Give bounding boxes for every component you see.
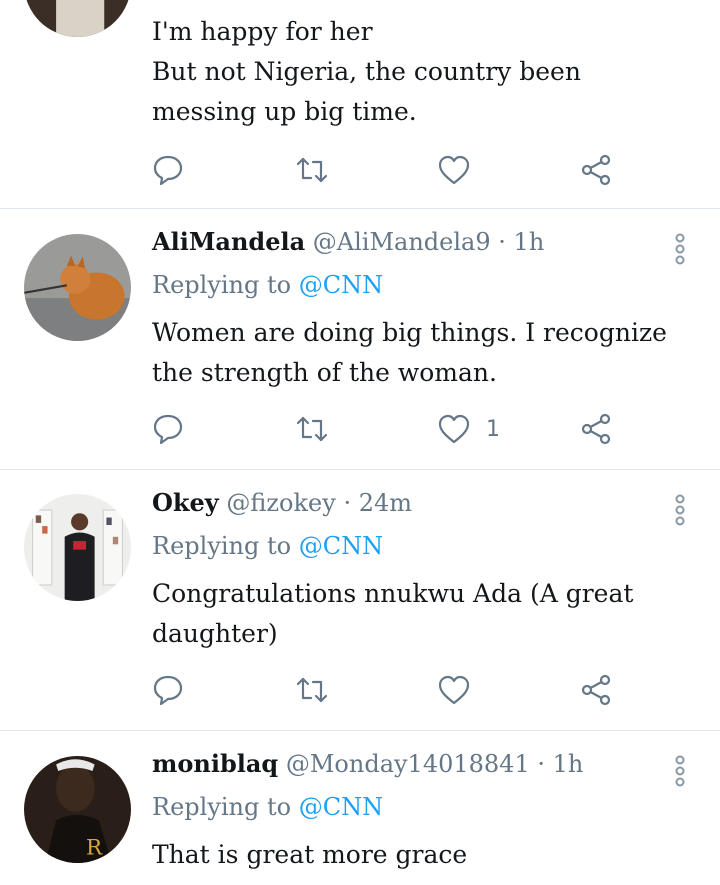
replying-to: Replying to @CNN <box>152 532 383 560</box>
like-button[interactable] <box>436 670 472 710</box>
timestamp[interactable]: 24m <box>359 489 412 517</box>
reply-icon <box>153 155 183 186</box>
retweet-icon <box>296 416 328 442</box>
user-handle[interactable]: @fizokey <box>226 489 335 517</box>
retweet-button[interactable] <box>294 670 330 710</box>
tweet-text-line: But not Nigeria, the country been messin… <box>152 57 581 126</box>
timestamp[interactable]: 1h <box>514 228 545 256</box>
more-options-button[interactable] <box>668 492 692 528</box>
avatar-image <box>24 494 131 601</box>
avatar-image <box>24 0 131 37</box>
display-name[interactable]: moniblaq <box>152 749 278 778</box>
replying-to: Replying to @CNN <box>152 271 383 299</box>
more-options-icon <box>675 233 685 265</box>
reply-button[interactable] <box>150 670 186 710</box>
heart-icon <box>438 414 470 444</box>
mention-link[interactable]: @CNN <box>299 271 383 299</box>
reply-icon <box>153 414 183 445</box>
more-options-icon <box>675 755 685 787</box>
share-button[interactable] <box>578 150 614 190</box>
tweet-text: Women are doing big things. I recognize … <box>152 318 667 387</box>
like-count: 1 <box>486 416 500 442</box>
svg-text:R: R <box>86 835 103 860</box>
tweet[interactable]: R moniblaq @Monday14018841 · 1h Replying… <box>0 731 720 885</box>
share-button[interactable] <box>578 670 614 710</box>
share-button[interactable] <box>578 409 614 449</box>
tweet[interactable]: Okey @fizokey · 24m Replying to @CNN Con… <box>0 470 720 731</box>
tweet-actions: 1 <box>150 409 630 449</box>
replying-to-label: Replying to <box>152 532 292 560</box>
avatar-image <box>24 234 131 341</box>
retweet-button[interactable] <box>294 150 330 190</box>
tweet-header: AliMandela @AliMandela9 · 1h <box>152 227 544 256</box>
reply-icon <box>153 675 183 706</box>
avatar[interactable] <box>24 234 131 341</box>
replying-to-label: Replying to <box>152 793 292 821</box>
more-options-icon <box>675 494 685 526</box>
share-icon <box>581 154 611 186</box>
avatar[interactable] <box>24 494 131 601</box>
timestamp[interactable]: 1h <box>553 750 584 778</box>
avatar[interactable] <box>24 0 131 37</box>
tweet-text-line: I'm happy for her <box>152 17 373 46</box>
like-button[interactable]: 1 <box>436 409 500 449</box>
heart-icon <box>438 675 470 705</box>
reply-button[interactable] <box>150 150 186 190</box>
replying-to-label: Replying to <box>152 271 292 299</box>
heart-icon <box>438 155 470 185</box>
share-icon <box>581 674 611 706</box>
separator-dot: · <box>498 228 506 256</box>
share-icon <box>581 413 611 445</box>
retweet-button[interactable] <box>294 409 330 449</box>
avatar-image: R <box>24 756 131 863</box>
tweet-actions <box>150 150 630 190</box>
user-handle[interactable]: @Monday14018841 <box>286 750 530 778</box>
replying-to: Replying to @CNN <box>152 793 383 821</box>
more-options-button[interactable] <box>668 753 692 789</box>
user-handle[interactable]: @AliMandela9 <box>313 228 491 256</box>
tweet-text: I'm happy for her But not Nigeria, the c… <box>152 12 692 132</box>
tweet-actions <box>150 670 630 710</box>
separator-dot: · <box>537 750 545 778</box>
tweet-header: Okey @fizokey · 24m <box>152 488 412 517</box>
more-options-button[interactable] <box>668 231 692 267</box>
tweet-header: moniblaq @Monday14018841 · 1h <box>152 749 583 778</box>
display-name[interactable]: Okey <box>152 488 219 517</box>
tweet-text: Congratulations nnukwu Ada (A great daug… <box>152 579 634 648</box>
tweet-text: That is great more grace <box>152 840 468 869</box>
tweet[interactable]: I'm happy for her But not Nigeria, the c… <box>0 0 720 209</box>
separator-dot: · <box>343 489 352 517</box>
like-button[interactable] <box>436 150 472 190</box>
retweet-icon <box>296 677 328 703</box>
tweet[interactable]: AliMandela @AliMandela9 · 1h Replying to… <box>0 209 720 470</box>
retweet-icon <box>296 157 328 183</box>
reply-button[interactable] <box>150 409 186 449</box>
display-name[interactable]: AliMandela <box>152 227 305 256</box>
avatar[interactable]: R <box>24 756 131 863</box>
mention-link[interactable]: @CNN <box>299 793 383 821</box>
mention-link[interactable]: @CNN <box>299 532 383 560</box>
